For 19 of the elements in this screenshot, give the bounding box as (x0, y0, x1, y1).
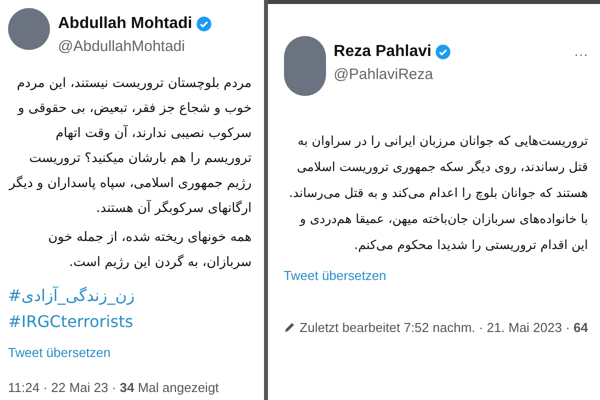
pencil-icon (284, 321, 296, 334)
translate-link[interactable]: Tweet übersetzen (8, 342, 111, 362)
avatar[interactable] (284, 36, 326, 96)
tweet-meta: Zuletzt bearbeitet 7:52 nachm. · 21. Mai 2023 · 64 (300, 318, 588, 336)
tweet-text: مردم بلوچستان تروریست نیستند، این مردم خوب و شجاع جز فقر، تبعیض، بی حقوقی و سرکوب نصیبی ندارند، آن وقت اتهام تروریسم را هم بارشان میکنید؟ تروریست رژیم جمهوری اسلامی، سپاه پاسداران و دیگر ارگانهای سرکوبگر آن هستند. (8, 74, 252, 218)
verified-badge-icon (435, 44, 452, 60)
user-handle[interactable]: @PahlaviReza (334, 64, 566, 86)
user-handle[interactable]: @AbdullahMohtadi (58, 36, 252, 58)
tweet-text: همه خونهای ریخته شده، از جمله خون سربازان، به گردن این رژیم است. (47, 228, 252, 272)
avatar[interactable] (8, 8, 50, 50)
translate-link[interactable]: Tweet übersetzen (284, 266, 386, 286)
hashtag-link[interactable]: #IRGCterrorists (8, 308, 134, 334)
verified-badge-icon (196, 16, 212, 32)
tweet-meta: 11:24 · 22 Mai 23 · 34 Mal angezeigt (8, 379, 219, 397)
hashtag-link[interactable]: #زن_زندگی_آزادی (8, 282, 135, 308)
user-name[interactable]: Abdullah Mohtadi (58, 12, 192, 36)
more-menu-button[interactable]: ··· (574, 36, 588, 65)
tweet-text: تروریست‌هایی که جوانان مرزبان ایرانی را در سراوان به قتل رساندند، روی دیگر سکه جمهوری تروریست اسلامی هستند که جوانان بلوچ را اعدام می‌کند و به قتل می‌رساند. با خانواده‌های سربازان جان‌باخته میهن، عمیقا هم‌دردی و این اقدام تروریستی را شدیدا محکوم می‌کنم. (288, 132, 588, 254)
user-name[interactable]: Reza Pahlavi (334, 40, 432, 64)
